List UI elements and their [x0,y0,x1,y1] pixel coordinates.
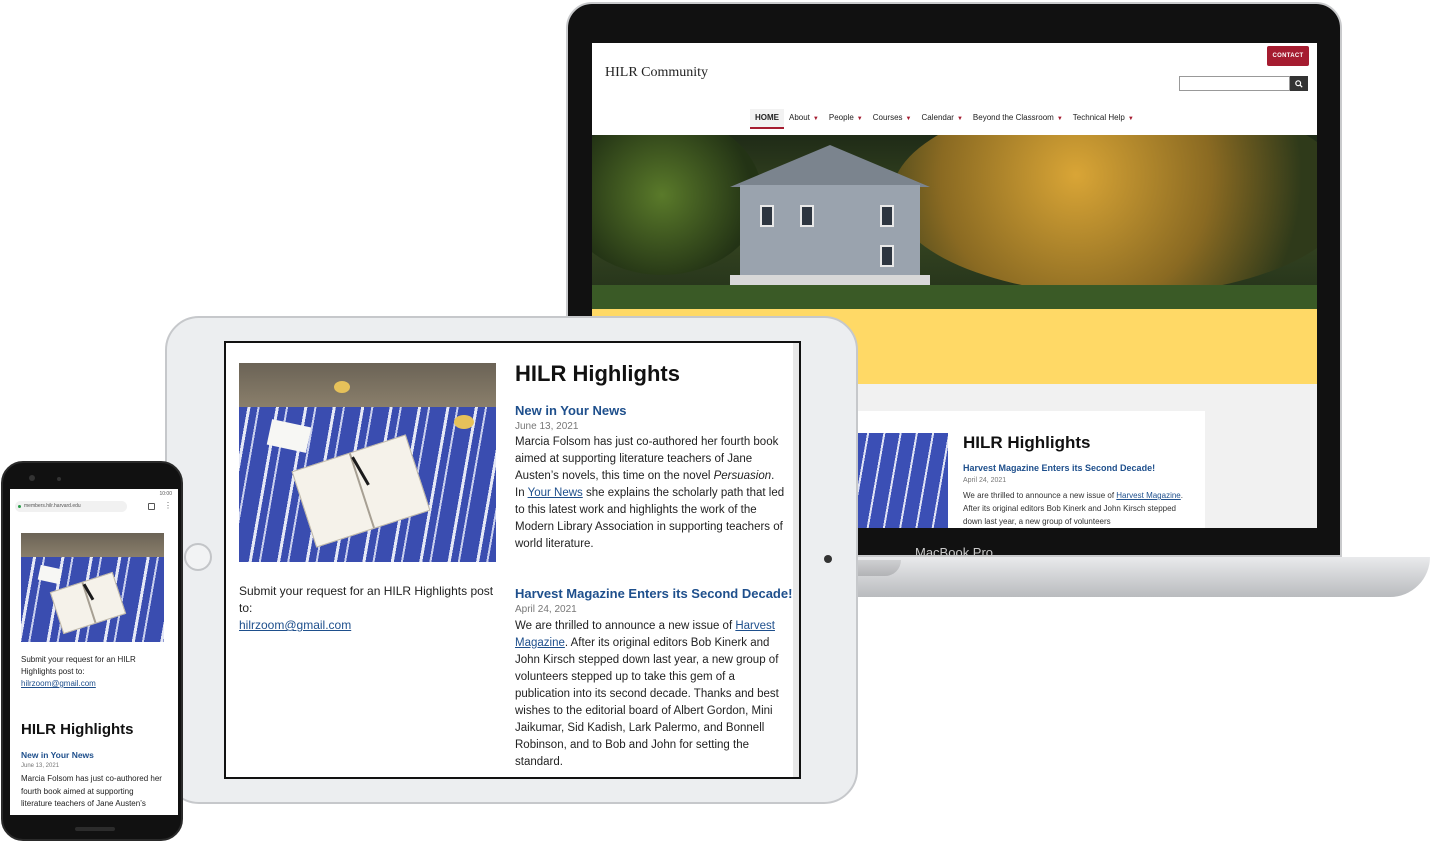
laptop-brand-label: MacBook Pro [915,545,994,560]
photo-paper [37,564,63,585]
house-window [800,205,814,227]
photo-notebook [49,571,127,635]
more-menu-icon[interactable]: ⋮ [164,502,172,510]
news-body-text: We are thrilled to announce a new issue … [515,620,736,632]
news-body: Marcia Folsom has just co-authored her f… [21,774,162,808]
photo-paper [266,419,312,453]
nav-item-label: Technical Help [1072,113,1125,122]
notebook-spine [348,453,375,529]
tablet-device: Submit your request for an HILR Highligh… [165,316,858,804]
news-body-text: We are thrilled to announce a new issue … [963,491,1117,500]
submit-request-label: Submit your request for an HILR Highligh… [239,584,494,615]
highlights-photo [21,533,164,642]
scrollbar-track[interactable] [793,343,799,777]
news-date: June 13, 2021 [515,421,579,432]
news-body: We are thrilled to announce a new issue … [515,618,785,771]
highlights-heading: HILR Highlights [515,361,680,386]
nav-item-home[interactable]: HOME [750,109,784,129]
news-date: April 24, 2021 [963,477,1007,484]
book-title: Persuasion [713,470,772,482]
photo-leaf [334,381,350,393]
search-button[interactable] [1290,76,1308,91]
caret-down-icon: ▼ [1127,116,1134,122]
house-window [760,205,774,227]
house-roof [730,145,930,187]
tablet-camera [824,555,832,563]
highlights-photo [858,433,948,528]
your-news-link[interactable]: Your News [528,487,583,499]
nav-item-courses[interactable]: Courses ▼ [868,109,917,129]
news-body-text: . After its original editors Bob Kinerk … [515,637,779,768]
nav-item-label: People [828,113,854,122]
site-title[interactable]: HILR Community [605,65,708,81]
phone-device: 10:00 members.hilr.harvard.edu ⋮ Submit … [1,461,183,841]
house-window [880,245,894,267]
phone-speaker [75,827,115,831]
lawn [592,285,1317,309]
house-window [880,205,894,227]
caret-down-icon: ▼ [1056,116,1063,122]
photo-gravel [21,533,164,557]
tablet-screen: Submit your request for an HILR Highligh… [224,341,801,779]
news-body: We are thrilled to announce a new issue … [963,489,1188,528]
secure-dot-icon [18,505,21,508]
status-bar-time: 10:00 [159,491,172,497]
highlights-card: HILR Highlights Harvest Magazine Enters … [850,411,1205,528]
nav-item-calendar[interactable]: Calendar ▼ [916,109,967,129]
news-title-link[interactable]: New in Your News [21,750,94,760]
hero-image [592,135,1317,309]
nav-item-label: HOME [755,113,779,122]
highlights-heading: HILR Highlights [963,433,1091,452]
news-title-link[interactable]: New in Your News [515,403,627,418]
notebook-spine [81,582,97,623]
news-body: Marcia Folsom has just co-authored her f… [515,434,785,553]
contact-button[interactable]: CONTACT [1267,46,1309,66]
search-icon [1295,79,1303,88]
caret-down-icon: ▼ [812,116,819,122]
nav-item-label: Calendar [921,113,954,122]
main-nav: HOME About ▼ People ▼ Courses ▼ Calendar ▼ B… [750,109,1139,129]
submit-request-text: Submit your request for an HILR Highligh… [239,583,504,634]
caret-down-icon: ▼ [856,116,863,122]
tree-foliage [892,135,1317,295]
nav-item-label: Beyond the Classroom [972,113,1054,122]
address-bar-url: members.hilr.harvard.edu [24,503,81,509]
harvest-magazine-link[interactable]: Harvest Magazine [1116,491,1180,500]
highlights-photo [239,363,496,562]
news-title-link[interactable]: Harvest Magazine Enters its Second Decad… [515,586,792,601]
nav-item-people[interactable]: People ▼ [824,109,868,129]
nav-item-label: Courses [872,113,903,122]
highlights-heading: HILR Highlights [21,721,134,738]
news-date: April 24, 2021 [515,604,577,615]
search-input[interactable] [1179,76,1290,91]
photo-gravel [239,363,496,407]
news-date: June 13, 2021 [21,763,60,769]
tabs-icon[interactable] [148,503,155,510]
nav-item-about[interactable]: About ▼ [784,109,824,129]
caret-down-icon: ▼ [905,116,912,122]
photo-leaf [454,415,474,429]
tablet-home-button [184,543,212,571]
submit-request-text: Submit your request for an HILR Highligh… [21,654,166,690]
phone-screen: 10:00 members.hilr.harvard.edu ⋮ Submit … [10,489,178,815]
site-header: HILR Community CONTACT HOME About ▼ Peopl… [592,43,1317,135]
address-bar[interactable]: members.hilr.harvard.edu [15,501,127,512]
email-link[interactable]: hilrzoom@gmail.com [239,617,504,634]
email-link[interactable]: hilrzoom@gmail.com [21,678,166,690]
nav-item-label: About [789,113,810,122]
caret-down-icon: ▼ [956,116,963,122]
phone-camera [29,475,35,481]
news-title-link[interactable]: Harvest Magazine Enters its Second Decad… [963,463,1155,473]
submit-request-label: Submit your request for an HILR Highligh… [21,655,136,676]
nav-item-beyond-the-classroom[interactable]: Beyond the Classroom ▼ [968,109,1068,129]
nav-item-technical-help[interactable]: Technical Help ▼ [1068,109,1139,129]
phone-sensor [57,477,61,481]
photo-notebook [291,434,431,548]
